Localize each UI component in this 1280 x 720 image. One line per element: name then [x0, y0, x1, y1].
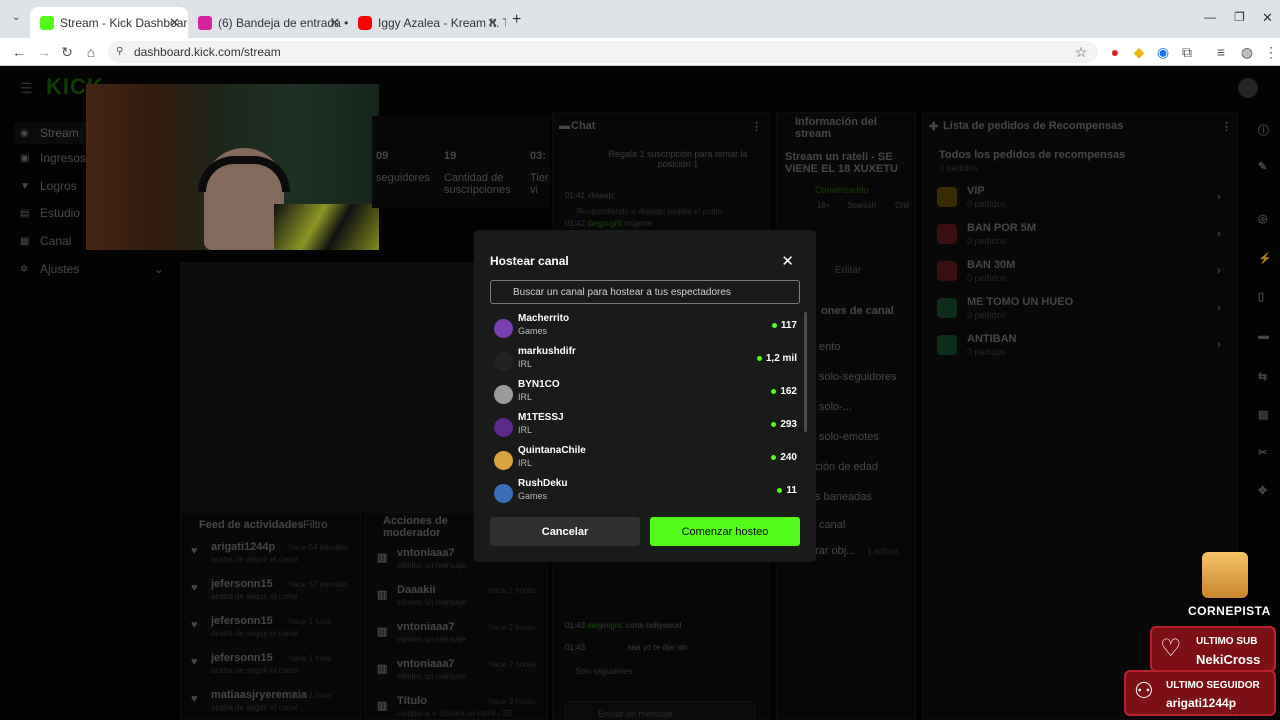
viewer-count: 162 [771, 386, 797, 397]
viewer-count-value: 11 [786, 485, 797, 496]
viewer-count-value: 162 [780, 386, 797, 397]
channel-category: IRL [518, 359, 533, 369]
minimize-icon[interactable]: — [1204, 10, 1216, 24]
tab-kick-dashboard[interactable]: Stream - Kick Dashboard ✕ [30, 7, 188, 38]
live-dot-icon [756, 356, 762, 361]
channel-avatar [494, 319, 513, 338]
last-follower-alert: ⚇ ULTIMO SEGUIDOR arigati1244p [1124, 670, 1276, 716]
media-control-icon[interactable]: ≡ [1212, 42, 1230, 62]
live-dot-icon [777, 488, 783, 493]
youtube-favicon-icon [358, 15, 372, 30]
brand-name: CORNEPISTA [1188, 604, 1271, 618]
user-icon: ⚇ [1134, 678, 1154, 703]
forward-icon[interactable]: → [35, 42, 53, 62]
viewer-count-value: 293 [780, 419, 797, 430]
extension-icon[interactable]: ◉ [1154, 42, 1172, 62]
heart-icon: ♡ [1160, 635, 1182, 662]
reload-icon[interactable]: ↻ [58, 42, 76, 62]
new-tab-icon[interactable]: + [512, 11, 521, 29]
channel-avatar [494, 451, 513, 470]
kick-favicon-icon [40, 15, 54, 30]
live-dot-icon [771, 389, 777, 394]
last-follower-label: ULTIMO SEGUIDOR [1166, 680, 1260, 691]
binance-extension-icon[interactable]: ◆ [1130, 42, 1148, 62]
live-dot-icon [771, 455, 777, 460]
modal-title: Hostear canal [490, 254, 569, 268]
channel-row[interactable]: RushDeku Games 11 [490, 477, 800, 510]
channel-row[interactable]: QuintanaChile IRL 240 [490, 444, 800, 477]
address-bar[interactable]: ⚲ dashboard.kick.com/stream [108, 41, 1098, 63]
cancel-button[interactable]: Cancelar [490, 517, 640, 546]
tab-list-icon[interactable]: ⌄ [12, 12, 20, 23]
viewer-count: 240 [771, 452, 797, 463]
channel-search-input[interactable] [490, 280, 800, 304]
viewer-count-value: 1,2 mil [765, 353, 797, 364]
viewer-count: 1,2 mil [756, 353, 797, 364]
channel-category: Games [518, 326, 548, 336]
channel-avatar [494, 352, 513, 371]
channel-row[interactable]: M1TESSJ IRL 293 [490, 411, 800, 444]
last-sub-alert: ♡ ULTIMO SUB NekiCross [1150, 626, 1276, 672]
channel-category: IRL [518, 392, 533, 402]
last-sub-label: ULTIMO SUB [1196, 636, 1258, 647]
last-sub-name: NekiCross [1196, 652, 1261, 667]
channel-list-scrollbar[interactable] [804, 312, 807, 432]
channel-name: M1TESSJ [518, 412, 564, 423]
viewer-count-value: 117 [780, 320, 797, 331]
viewer-count: 117 [771, 320, 797, 331]
profile-avatar-icon[interactable]: ◍ [1238, 42, 1256, 62]
browser-toolbar: ← → ↻ ⌂ ⚲ dashboard.kick.com/stream ☆ ● … [0, 38, 1280, 66]
channel-avatar [494, 385, 513, 404]
viewer-count-value: 240 [780, 452, 797, 463]
close-tab-icon[interactable]: ✕ [487, 15, 498, 31]
channel-name: markushdifr [518, 346, 576, 357]
url-text: dashboard.kick.com/stream [134, 45, 281, 59]
channel-name: Macherrito [518, 313, 570, 324]
channel-name: QuintanaChile [518, 445, 586, 456]
close-tab-icon[interactable]: ✕ [169, 15, 180, 31]
tab-instagram[interactable]: (6) Bandeja de entrada • Chats ✕ [188, 7, 348, 38]
close-icon[interactable]: ✕ [781, 252, 794, 270]
channel-avatar [494, 484, 513, 503]
instagram-favicon-icon [198, 15, 212, 30]
channel-name: BYN1CO [518, 379, 560, 390]
channel-row[interactable]: BYN1CO IRL 162 [490, 378, 800, 411]
last-follower-name: arigati1244p [1166, 696, 1237, 710]
channel-category: Games [518, 491, 548, 501]
start-host-button[interactable]: Comenzar hosteo [650, 517, 800, 546]
channel-category: IRL [518, 425, 533, 435]
restore-icon[interactable]: ❐ [1234, 10, 1245, 24]
close-window-icon[interactable]: ✕ [1262, 10, 1273, 26]
channel-name: RushDeku [518, 478, 568, 489]
puzzle-extensions-icon[interactable]: ⧉ [1178, 42, 1196, 62]
channel-row[interactable]: markushdifr IRL 1,2 mil [490, 345, 800, 378]
channel-category: IRL [518, 458, 533, 468]
cornepista-logo [1202, 552, 1248, 598]
live-dot-icon [771, 323, 777, 328]
viewer-count: 11 [777, 485, 797, 496]
close-tab-icon[interactable]: ✕ [329, 15, 340, 31]
live-dot-icon [771, 422, 777, 427]
site-info-icon[interactable]: ⚲ [116, 41, 123, 63]
tab-youtube[interactable]: Iggy Azalea - Kream ft. Tyga - Y ✕ [348, 7, 506, 38]
channel-avatar [494, 418, 513, 437]
browser-menu-icon[interactable]: ⋮ [1262, 42, 1280, 62]
browser-tab-bar: ⌄ Stream - Kick Dashboard ✕ (6) Bandeja … [0, 0, 1280, 38]
home-icon[interactable]: ⌂ [82, 42, 100, 62]
back-icon[interactable]: ← [10, 42, 28, 62]
channel-row[interactable]: Macherrito Games 117 [490, 312, 800, 345]
viewer-count: 293 [771, 419, 797, 430]
opera-extension-icon[interactable]: ● [1106, 42, 1124, 62]
host-channel-modal: Hostear canal ✕ ⚲ MacherritoGames117mark… [474, 230, 816, 562]
bookmark-star-icon[interactable]: ☆ [1072, 42, 1090, 62]
